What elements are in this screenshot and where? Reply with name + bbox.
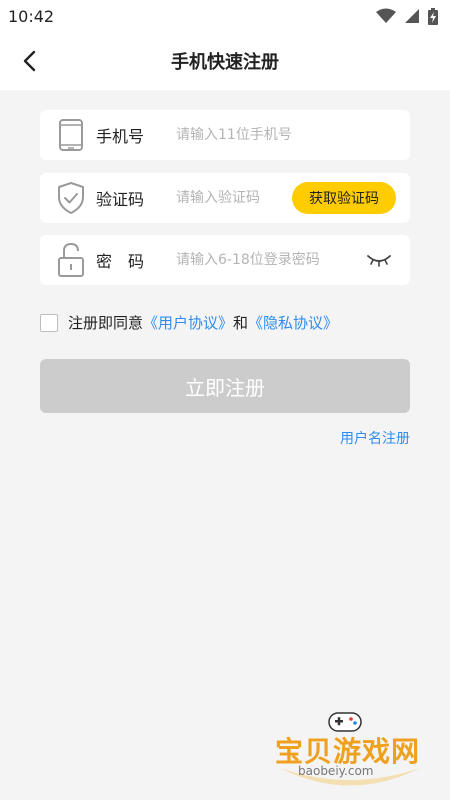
password-label: 密 码 [96,252,145,271]
phone-input[interactable] [176,120,396,150]
code-input[interactable] [176,183,266,213]
watermark-url: baobeiy.com [298,764,374,778]
signal-icon [405,9,419,23]
agree-checkbox[interactable] [40,313,58,332]
back-button[interactable] [14,46,44,76]
password-visibility-toggle[interactable] [366,250,392,270]
status-bar: 10:42 [0,0,450,32]
battery-icon [428,7,438,25]
phone-icon [54,115,88,155]
code-field: 验证码 获取验证码 [40,173,410,223]
agreement-prefix: 注册即同意 [68,314,144,332]
agreement-row: 注册即同意 《用户协议》 和 《隐私协议》 [40,312,338,333]
shield-check-icon [54,178,88,218]
phone-field: 手机号 [40,110,410,160]
status-time: 10:42 [8,6,55,26]
username-register-link[interactable]: 用户名注册 [340,428,410,448]
back-arrow-icon [23,50,36,72]
nav-bar: 手机快速注册 [0,32,450,90]
page-title: 手机快速注册 [171,52,279,73]
password-field: 密 码 [40,235,410,285]
user-agreement-link[interactable]: 《用户协议》 [143,312,233,333]
get-code-button[interactable]: 获取验证码 [292,182,396,214]
lock-icon [54,240,88,280]
password-input[interactable] [176,245,346,275]
watermark-logo: 宝贝游戏网 baobeiy.com [270,708,430,798]
wifi-icon [376,8,396,23]
phone-label: 手机号 [96,127,145,146]
privacy-agreement-link[interactable]: 《隐私协议》 [248,312,338,333]
code-label: 验证码 [96,190,145,209]
eye-closed-icon [367,255,391,267]
status-icons [376,7,438,25]
register-button[interactable]: 立即注册 [40,359,410,413]
agreement-and: 和 [233,314,249,332]
